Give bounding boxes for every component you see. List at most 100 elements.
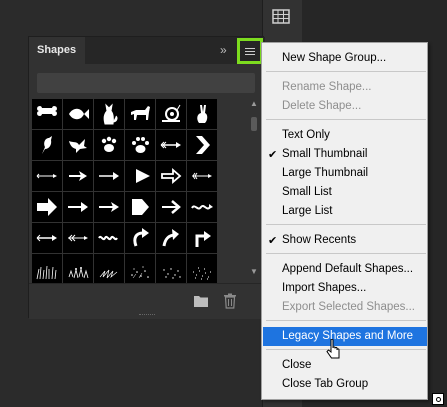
arrow-line-icon [99, 172, 119, 180]
panel-context-menu: New Shape Group... Rename Shape... Delete … [261, 42, 428, 400]
menu-item-import-shapes[interactable]: Import Shapes... [263, 279, 427, 298]
dots-icon [163, 268, 181, 279]
shape-flowers[interactable] [63, 254, 93, 284]
scribble-icon [99, 269, 118, 279]
wavy-arrow-icon [98, 235, 118, 241]
corner-indicator-icon [432, 393, 444, 405]
menu-item-label: Export Selected Shapes... [282, 301, 415, 313]
trash-icon[interactable] [223, 293, 237, 309]
menu-item-small-thumbnail[interactable]: ✔ Small Thumbnail [263, 145, 427, 164]
menu-separator [266, 320, 426, 321]
menu-item-large-list[interactable]: Large List [263, 202, 427, 221]
menu-item-text-only[interactable]: Text Only [263, 126, 427, 145]
shape-dots[interactable] [156, 254, 186, 284]
panel-header: Shapes » [29, 37, 265, 64]
collapse-icon[interactable]: » [220, 43, 227, 57]
shape-fish[interactable] [63, 99, 93, 129]
shape-cat[interactable] [94, 99, 124, 129]
menu-item-append-default-shapes[interactable]: Append Default Shapes... [263, 260, 427, 279]
menu-item-small-list[interactable]: Small List [263, 183, 427, 202]
shape-arrow-line[interactable] [94, 161, 124, 191]
shape-feather-arrow[interactable] [187, 161, 217, 191]
shape-chevron-arrow[interactable] [187, 130, 217, 160]
hamburger-icon [245, 47, 255, 55]
shape-scatter[interactable] [125, 254, 155, 284]
menu-item-label: Show Recents [282, 234, 357, 246]
thin-arrow-icon [36, 173, 57, 179]
bone-icon [37, 106, 57, 116]
shape-curved-arrow-left[interactable] [156, 223, 186, 253]
shape-paw-print-cat[interactable] [125, 130, 155, 160]
shape-scribble[interactable] [94, 254, 124, 284]
shape-arrow-feathered[interactable] [156, 130, 186, 160]
menu-item-export-selected-shapes: Export Selected Shapes... [263, 298, 427, 317]
cat-icon [103, 103, 118, 125]
arrow-barbed-icon [99, 202, 119, 212]
shape-pentagon-arrow[interactable] [125, 192, 155, 222]
flowers-icon [68, 267, 89, 279]
menu-item-show-recents[interactable]: ✔ Show Recents [263, 231, 427, 250]
paw-print-dog-icon [101, 136, 117, 152]
shape-turn-arrow[interactable] [187, 223, 217, 253]
menu-item-label: Small List [282, 186, 332, 198]
scrollbar[interactable]: ▲ ▼ [247, 99, 261, 281]
turn-arrow-icon [195, 231, 211, 247]
menu-item-delete-shape: Delete Shape... [263, 97, 427, 116]
menu-item-label: Small Thumbnail [282, 148, 368, 160]
search-input[interactable] [37, 73, 255, 93]
menu-separator [266, 71, 426, 72]
shape-bone[interactable] [32, 99, 62, 129]
menu-item-rename-shape: Rename Shape... [263, 78, 427, 97]
shape-double-arrow[interactable] [32, 223, 62, 253]
scatter-icon [131, 266, 149, 279]
rabbit-icon [197, 105, 208, 123]
menu-item-label: Text Only [282, 129, 330, 141]
panel-menu-button[interactable] [237, 38, 263, 64]
shape-arrow-outline[interactable] [156, 161, 186, 191]
menu-item-label: Append Default Shapes... [282, 263, 414, 275]
menu-item-label: Large Thumbnail [282, 167, 369, 179]
menu-separator [266, 224, 426, 225]
shape-noise[interactable] [187, 254, 217, 284]
shape-dove[interactable] [63, 130, 93, 160]
shape-rabbit[interactable] [187, 99, 217, 129]
folder-icon[interactable] [193, 294, 209, 308]
shape-thin-arrow[interactable] [32, 161, 62, 191]
menu-item-label: Large List [282, 205, 333, 217]
shape-paw-print-dog[interactable] [94, 130, 124, 160]
shape-arrow-bold-thin[interactable] [63, 161, 93, 191]
grass-icon [36, 265, 57, 280]
menu-separator [266, 119, 426, 120]
menu-item-large-thumbnail[interactable]: Large Thumbnail [263, 164, 427, 183]
menu-item-legacy-shapes-and-more[interactable]: Legacy Shapes and More [263, 327, 427, 346]
shape-curved-arrow[interactable] [125, 223, 155, 253]
shape-wavy-arrow[interactable] [94, 223, 124, 253]
shape-triangle-arrow[interactable] [125, 161, 155, 191]
shape-dog[interactable] [125, 99, 155, 129]
shape-arrow-tapered[interactable] [63, 192, 93, 222]
menu-item-new-shape-group[interactable]: New Shape Group... [263, 49, 427, 68]
shape-bird[interactable] [32, 130, 62, 160]
grid-panel-icon[interactable] [270, 6, 292, 28]
shape-snail[interactable] [156, 99, 186, 129]
menu-item-close[interactable]: Close [263, 356, 427, 375]
fish-icon [69, 108, 89, 120]
resize-grip[interactable] [139, 314, 155, 317]
scroll-thumb[interactable] [251, 117, 257, 131]
shape-block-arrow[interactable] [32, 192, 62, 222]
scroll-down-icon[interactable]: ▼ [250, 267, 258, 276]
tab-shapes[interactable]: Shapes [29, 37, 85, 64]
arrow-simple-icon [162, 200, 181, 214]
shape-feathered-arrow-2[interactable] [63, 223, 93, 253]
snail-icon [162, 104, 181, 122]
shape-wave-arrow[interactable] [187, 192, 217, 222]
shape-arrow-simple[interactable] [156, 192, 186, 222]
shape-arrow-barbed[interactable] [94, 192, 124, 222]
menu-item-close-tab-group[interactable]: Close Tab Group [263, 375, 427, 394]
menu-item-label: Delete Shape... [282, 100, 362, 112]
bird-icon [42, 136, 52, 154]
shape-grid [32, 99, 252, 284]
checkmark-icon: ✔ [268, 149, 278, 161]
scroll-up-icon[interactable]: ▲ [250, 99, 258, 108]
shape-grass[interactable] [32, 254, 62, 284]
